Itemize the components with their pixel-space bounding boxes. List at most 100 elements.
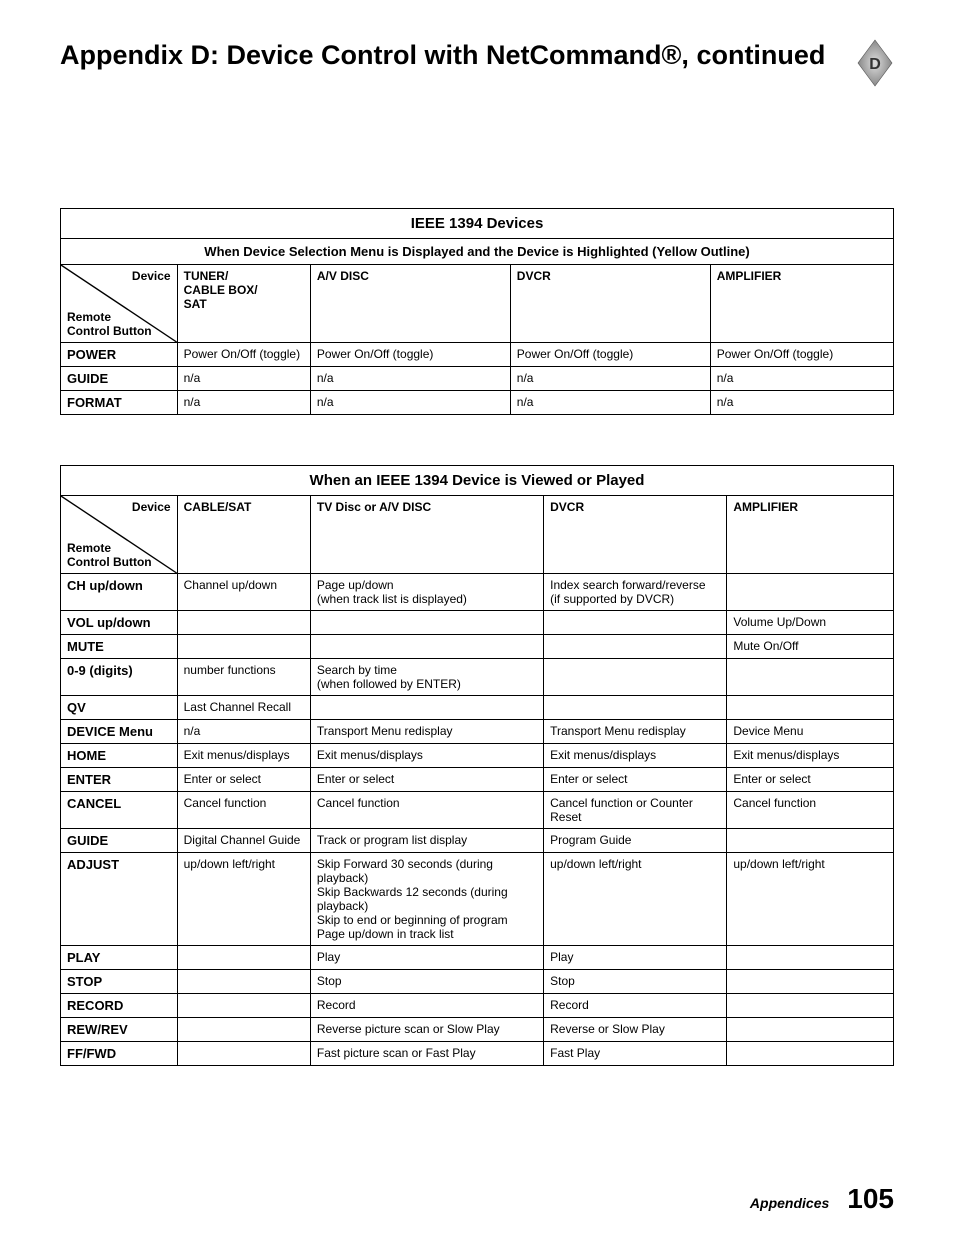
table-ieee-devices-selection: IEEE 1394 Devices When Device Selection …	[60, 208, 894, 415]
table-cell: Record	[544, 994, 727, 1018]
table-cell: Cancel function	[727, 792, 894, 829]
svg-text:D: D	[869, 56, 881, 73]
table-row: POWER Power On/Off (toggle)Power On/Off (…	[61, 343, 894, 367]
table-cell: Power On/Off (toggle)	[310, 343, 510, 367]
page-title: Appendix D: Device Control with NetComma…	[60, 40, 825, 71]
table-cell	[727, 994, 894, 1018]
table-cell	[177, 611, 310, 635]
row-label: POWER	[61, 343, 178, 367]
table-cell: up/down left/right	[177, 853, 310, 946]
table-row: DEVICE Menun/aTransport Menu redisplayTr…	[61, 720, 894, 744]
row-label: FF/FWD	[61, 1042, 178, 1066]
table-cell	[310, 635, 543, 659]
table1-col-header: A/V DISC	[310, 265, 510, 343]
table-cell: up/down left/right	[727, 853, 894, 946]
table-cell: Play	[310, 946, 543, 970]
table-cell	[727, 659, 894, 696]
table-row: FORMATn/an/an/an/a	[61, 391, 894, 415]
table2-diagonal-header: Device Remote Control Button	[61, 496, 178, 574]
table-cell: Fast Play	[544, 1042, 727, 1066]
row-label: FORMAT	[61, 391, 178, 415]
table-cell: Last Channel Recall	[177, 696, 310, 720]
table-cell: Skip Forward 30 seconds (during playback…	[310, 853, 543, 946]
table-cell: Page up/down (when track list is display…	[310, 574, 543, 611]
row-label: QV	[61, 696, 178, 720]
table1-col-header: DVCR	[510, 265, 710, 343]
table-cell: Enter or select	[727, 768, 894, 792]
table-cell	[177, 1042, 310, 1066]
table-cell: n/a	[710, 367, 893, 391]
table-cell: Exit menus/displays	[177, 744, 310, 768]
table-cell: Enter or select	[544, 768, 727, 792]
table-cell: n/a	[177, 391, 310, 415]
appendix-badge-icon: D	[856, 38, 894, 88]
table-cell: Transport Menu redisplay	[310, 720, 543, 744]
table-row: STOPStopStop	[61, 970, 894, 994]
table2-col-header: DVCR	[544, 496, 727, 574]
table-cell: number functions	[177, 659, 310, 696]
table-cell: Play	[544, 946, 727, 970]
footer-section-label: Appendices	[750, 1195, 829, 1211]
table-cell: Cancel function	[177, 792, 310, 829]
row-label: PLAY	[61, 946, 178, 970]
table-cell: Cancel function	[310, 792, 543, 829]
table-cell: Stop	[544, 970, 727, 994]
row-label: HOME	[61, 744, 178, 768]
row-label: RECORD	[61, 994, 178, 1018]
table-cell	[177, 1018, 310, 1042]
table2-col-header: TV Disc or A/V DISC	[310, 496, 543, 574]
table-row: MUTEMute On/Off	[61, 635, 894, 659]
table-cell	[177, 635, 310, 659]
table-cell: Index search forward/reverse (if support…	[544, 574, 727, 611]
table-cell: Transport Menu redisplay	[544, 720, 727, 744]
table-cell: Record	[310, 994, 543, 1018]
table-cell	[544, 696, 727, 720]
table-row: REW/REVReverse picture scan or Slow Play…	[61, 1018, 894, 1042]
table1-col-header: TUNER/ CABLE BOX/ SAT	[177, 265, 310, 343]
table-cell: n/a	[710, 391, 893, 415]
table-cell: Program Guide	[544, 829, 727, 853]
table-row: GUIDEn/an/an/an/a	[61, 367, 894, 391]
table-cell: n/a	[510, 391, 710, 415]
table-cell: Mute On/Off	[727, 635, 894, 659]
table-cell: Volume Up/Down	[727, 611, 894, 635]
table-cell: Track or program list display	[310, 829, 543, 853]
table-cell: n/a	[177, 720, 310, 744]
table1-col-header: AMPLIFIER	[710, 265, 893, 343]
table-cell: Fast picture scan or Fast Play	[310, 1042, 543, 1066]
table-cell: Digital Channel Guide	[177, 829, 310, 853]
table-cell	[544, 659, 727, 696]
table-row: CANCELCancel functionCancel functionCanc…	[61, 792, 894, 829]
table-row: ENTEREnter or selectEnter or selectEnter…	[61, 768, 894, 792]
table2-title: When an IEEE 1394 Device is Viewed or Pl…	[61, 466, 894, 496]
table-cell	[727, 574, 894, 611]
table-row: VOL up/downVolume Up/Down	[61, 611, 894, 635]
table-ieee-devices-viewed: When an IEEE 1394 Device is Viewed or Pl…	[60, 465, 894, 1066]
table2-col-header: CABLE/SAT	[177, 496, 310, 574]
table-cell	[177, 946, 310, 970]
table-row: 0-9 (digits)number functionsSearch by ti…	[61, 659, 894, 696]
footer-page-number: 105	[847, 1183, 894, 1215]
table-cell: Cancel function or Counter Reset	[544, 792, 727, 829]
page-footer: Appendices 105	[750, 1183, 894, 1215]
table-cell: Exit menus/displays	[544, 744, 727, 768]
table-cell: n/a	[177, 367, 310, 391]
table-row: FF/FWD Fast picture scan or Fast PlayFast…	[61, 1042, 894, 1066]
table-cell: Enter or select	[177, 768, 310, 792]
table-cell: Power On/Off (toggle)	[510, 343, 710, 367]
row-label: 0-9 (digits)	[61, 659, 178, 696]
table-cell: up/down left/right	[544, 853, 727, 946]
table-row: GUIDEDigital Channel GuideTrack or progr…	[61, 829, 894, 853]
table-row: CH up/downChannel up/downPage up/down (w…	[61, 574, 894, 611]
table-cell: n/a	[510, 367, 710, 391]
table-cell: Channel up/down	[177, 574, 310, 611]
row-label: GUIDE	[61, 829, 178, 853]
row-label: GUIDE	[61, 367, 178, 391]
table-cell	[310, 611, 543, 635]
row-label: DEVICE Menu	[61, 720, 178, 744]
table-cell	[310, 696, 543, 720]
table-cell: Search by time (when followed by ENTER)	[310, 659, 543, 696]
row-label: CH up/down	[61, 574, 178, 611]
table-cell	[727, 696, 894, 720]
table1-diagonal-header: Device Remote Control Button	[61, 265, 178, 343]
